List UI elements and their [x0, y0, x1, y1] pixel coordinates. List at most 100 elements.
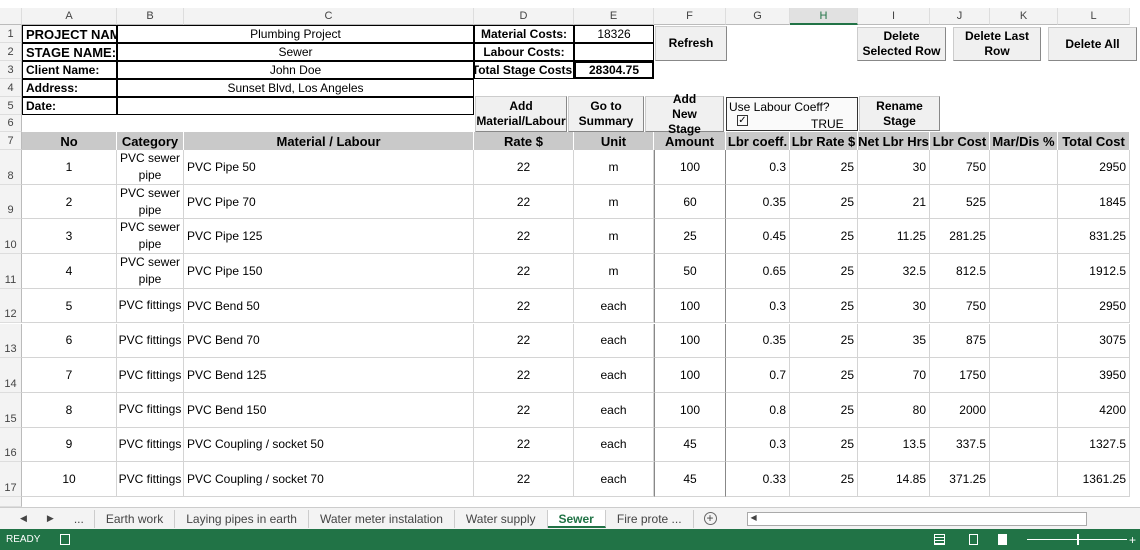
table-cell[interactable]: 3: [22, 219, 117, 255]
column-header-A[interactable]: A: [22, 8, 117, 25]
scroll-tabs-right-icon[interactable]: ▶: [37, 513, 64, 524]
table-cell[interactable]: 25: [790, 323, 858, 359]
row-header[interactable]: 12: [0, 288, 22, 324]
labour-coeff-checkbox[interactable]: ✓: [737, 115, 748, 126]
delete-last-row-button[interactable]: Delete Last Row: [953, 27, 1041, 61]
add-material-labour-button[interactable]: Add Material/Labour: [475, 96, 567, 132]
table-cell[interactable]: 0.3: [726, 150, 790, 185]
table-cell[interactable]: 25: [790, 150, 858, 185]
column-header-C[interactable]: C: [184, 8, 474, 25]
sheet-tab[interactable]: Water supply: [455, 509, 548, 528]
table-cell[interactable]: 1327.5: [1058, 427, 1130, 463]
column-header-E[interactable]: E: [574, 8, 654, 25]
table-cell[interactable]: 875: [930, 323, 990, 359]
table-cell[interactable]: 100: [654, 323, 726, 359]
table-cell[interactable]: PVC fittings: [117, 392, 184, 428]
table-cell[interactable]: 0.45: [726, 219, 790, 255]
table-cell[interactable]: m: [574, 150, 654, 185]
table-cell[interactable]: [990, 219, 1058, 255]
table-cell[interactable]: [990, 462, 1058, 497]
table-cell[interactable]: 0.35: [726, 184, 790, 220]
column-header-I[interactable]: I: [858, 8, 930, 25]
table-cell[interactable]: 6: [22, 323, 117, 359]
table-cell[interactable]: 1750: [930, 358, 990, 393]
sheet-tab[interactable]: Laying pipes in earth: [175, 509, 309, 528]
table-cell[interactable]: 2950: [1058, 150, 1130, 185]
row-header[interactable]: 17: [0, 462, 22, 497]
row-header[interactable]: 13: [0, 323, 22, 359]
table-cell[interactable]: 7: [22, 358, 117, 393]
table-cell[interactable]: 750: [930, 150, 990, 185]
table-cell[interactable]: PVC Bend 70: [184, 323, 474, 359]
table-cell[interactable]: 13.5: [858, 427, 930, 463]
info-value-project[interactable]: Plumbing Project: [117, 25, 474, 43]
sheet-tab[interactable]: Earth work: [95, 509, 176, 528]
row-header[interactable]: 9: [0, 184, 22, 220]
table-cell[interactable]: 25: [790, 288, 858, 324]
table-cell[interactable]: each: [574, 427, 654, 463]
table-cell[interactable]: 70: [858, 358, 930, 393]
table-cell[interactable]: PVC Bend 125: [184, 358, 474, 393]
table-cell[interactable]: 22: [474, 184, 574, 220]
table-cell[interactable]: 22: [474, 288, 574, 324]
table-cell[interactable]: 100: [654, 392, 726, 428]
table-cell[interactable]: 0.3: [726, 288, 790, 324]
page-layout-view-icon[interactable]: [968, 534, 978, 545]
table-cell[interactable]: 30: [858, 288, 930, 324]
table-cell[interactable]: 0.35: [726, 323, 790, 359]
table-cell[interactable]: 25: [654, 219, 726, 255]
delete-selected-row-button[interactable]: Delete Selected Row: [857, 27, 946, 61]
table-cell[interactable]: 1845: [1058, 184, 1130, 220]
table-cell[interactable]: 337.5: [930, 427, 990, 463]
column-header-H[interactable]: H: [790, 8, 858, 25]
table-cell[interactable]: 25: [790, 358, 858, 393]
table-cell[interactable]: PVC fittings: [117, 427, 184, 463]
table-cell[interactable]: PVC sewer pipe: [117, 150, 184, 185]
table-cell[interactable]: 11.25: [858, 219, 930, 255]
row-header[interactable]: 7: [0, 132, 22, 150]
info-value-date[interactable]: [117, 97, 474, 115]
table-cell[interactable]: 2000: [930, 392, 990, 428]
row-header[interactable]: 10: [0, 219, 22, 255]
table-cell[interactable]: PVC sewer pipe: [117, 219, 184, 255]
table-cell[interactable]: 22: [474, 392, 574, 428]
labour-coeff-control[interactable]: Use Labour Coeff? ✓ TRUE: [726, 97, 858, 131]
table-cell[interactable]: 22: [474, 462, 574, 497]
table-cell[interactable]: each: [574, 462, 654, 497]
table-cell[interactable]: [990, 254, 1058, 289]
table-cell[interactable]: 4: [22, 254, 117, 289]
table-cell[interactable]: 5: [22, 288, 117, 324]
row-header[interactable]: 6: [0, 115, 22, 132]
normal-view-icon[interactable]: [933, 534, 945, 545]
table-cell[interactable]: PVC Bend 150: [184, 392, 474, 428]
table-cell[interactable]: 60: [654, 184, 726, 220]
table-cell[interactable]: 812.5: [930, 254, 990, 289]
table-cell[interactable]: PVC fittings: [117, 323, 184, 359]
table-cell[interactable]: 22: [474, 219, 574, 255]
table-cell[interactable]: 9: [22, 427, 117, 463]
sheet-tab[interactable]: Water meter instalation: [309, 509, 455, 528]
table-cell[interactable]: 100: [654, 150, 726, 185]
more-tabs-icon[interactable]: ...: [64, 512, 94, 526]
refresh-button[interactable]: Refresh: [655, 26, 727, 61]
table-cell[interactable]: PVC fittings: [117, 462, 184, 497]
zoom-slider[interactable]: [1026, 534, 1127, 545]
table-cell[interactable]: PVC Pipe 70: [184, 184, 474, 220]
table-cell[interactable]: [990, 392, 1058, 428]
table-cell[interactable]: 22: [474, 427, 574, 463]
table-cell[interactable]: 0.65: [726, 254, 790, 289]
cost-value-material[interactable]: 18326: [574, 25, 654, 43]
table-cell[interactable]: [990, 427, 1058, 463]
row-header[interactable]: 5: [0, 97, 22, 115]
table-cell[interactable]: 1912.5: [1058, 254, 1130, 289]
row-header[interactable]: 14: [0, 358, 22, 393]
select-all-corner[interactable]: [0, 8, 22, 25]
sheet-tab[interactable]: Fire prote ...: [606, 509, 694, 528]
info-value-client[interactable]: John Doe: [117, 61, 474, 79]
table-cell[interactable]: PVC fittings: [117, 288, 184, 324]
table-cell[interactable]: 25: [790, 427, 858, 463]
table-cell[interactable]: PVC Coupling / socket 50: [184, 427, 474, 463]
table-cell[interactable]: [990, 323, 1058, 359]
table-cell[interactable]: 0.8: [726, 392, 790, 428]
table-cell[interactable]: 4200: [1058, 392, 1130, 428]
